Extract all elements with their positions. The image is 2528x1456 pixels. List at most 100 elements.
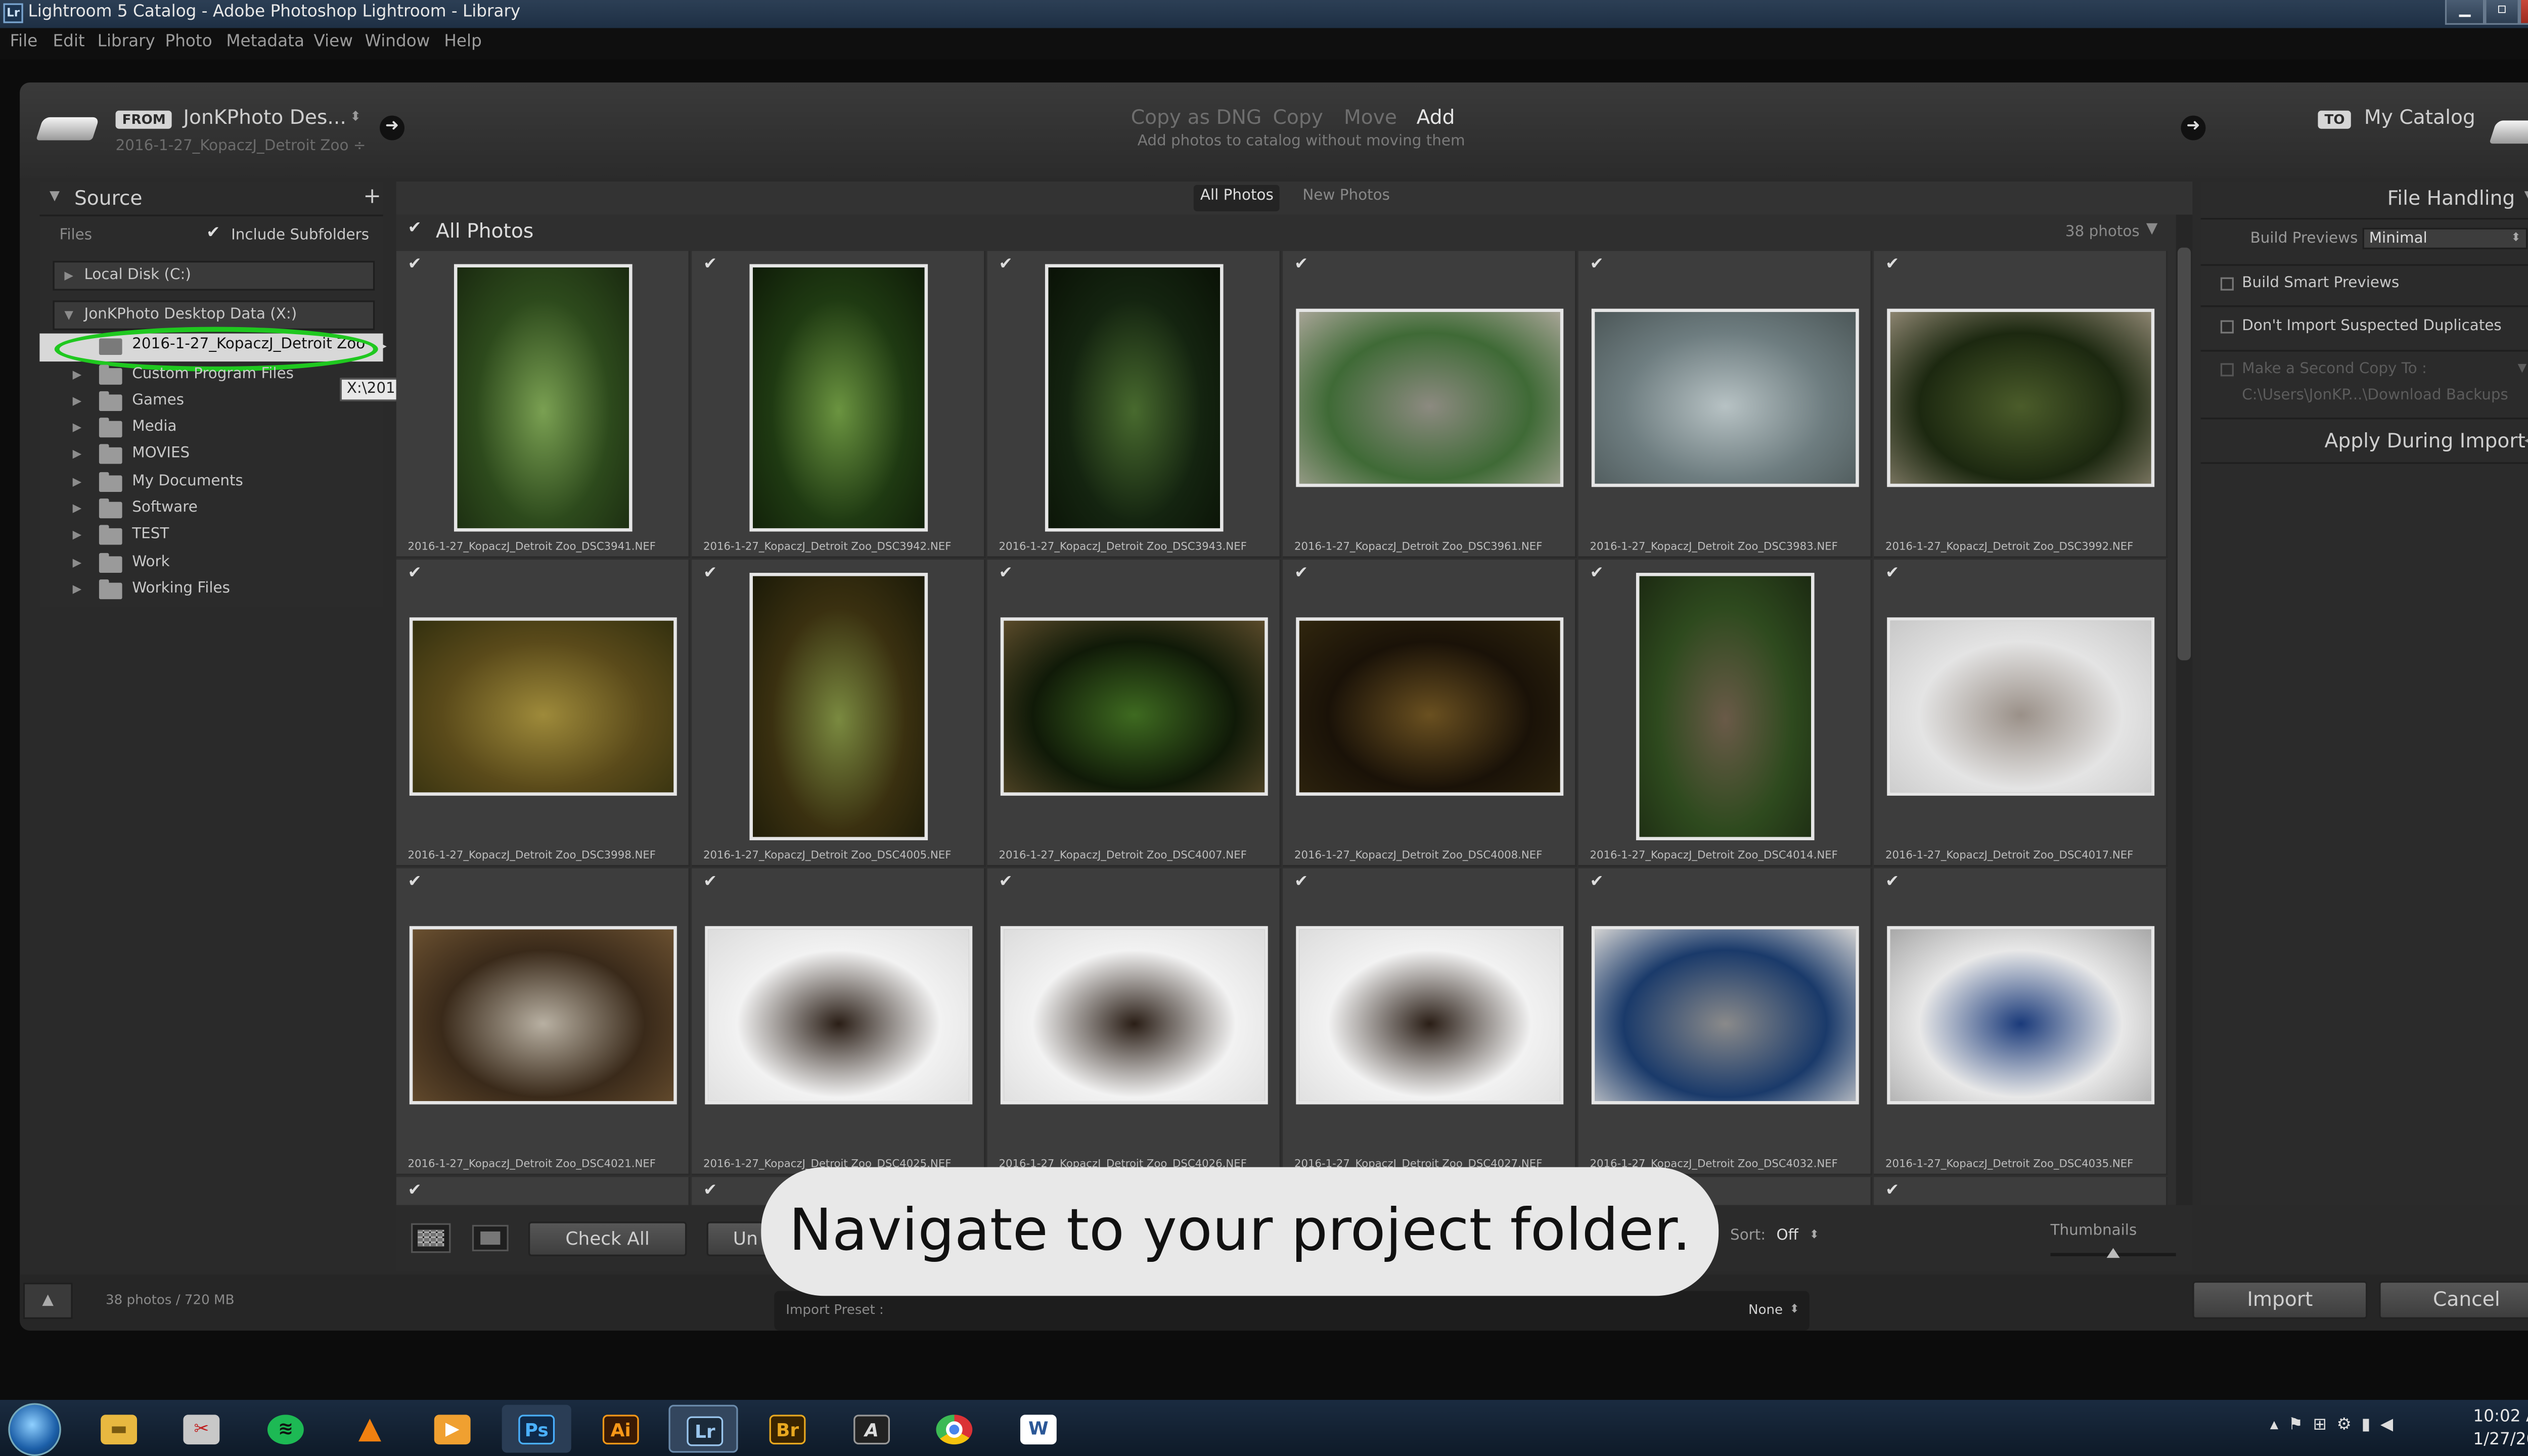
photo-cell[interactable]: ✔ 2016-1-27_KopaczJ_Detroit Zoo_DSC3992.N… [1874,251,2168,558]
photo-cell[interactable]: ✔ 2016-1-27_KopaczJ_Detroit Zoo_DSC3998.N… [396,559,690,867]
taskbar-vlc[interactable]: ▲ [335,1405,404,1453]
loupe-view-icon[interactable] [472,1224,509,1252]
collapse-triangle-icon[interactable]: ▼ [2524,188,2528,203]
photo-thumbnail[interactable] [454,264,633,532]
arrow-right-icon[interactable]: ➜ [2181,115,2206,141]
menu-library[interactable]: Library [98,33,155,51]
photo-cell[interactable]: ✔ [1874,1177,2168,1205]
photo-cell[interactable]: ✔ 2016-1-27_KopaczJ_Detroit Zoo_DSC3961.N… [1283,251,1577,558]
photo-checkbox[interactable]: ✔ [703,565,717,583]
build-smart-previews-checkbox[interactable] [2220,277,2234,291]
include-subfolders-checkbox[interactable]: ✔ [206,224,220,243]
import-preset-bar[interactable]: Import Preset : None ⬍ [774,1291,1810,1331]
taskbar-autodesk[interactable]: A [837,1405,907,1453]
cancel-button[interactable]: Cancel [2379,1281,2528,1319]
photo-checkbox[interactable]: ✔ [408,1182,422,1200]
drive-row[interactable]: ▼ JonKPhoto Desktop Data (X:) [53,300,375,331]
menu-file[interactable]: File [10,33,38,51]
sort-select[interactable]: Off [1776,1228,1798,1245]
photo-cell[interactable]: ✔ 2016-1-27_KopaczJ_Detroit Zoo_DSC4026.N… [987,868,1281,1175]
photo-cell[interactable]: ✔ 2016-1-27_KopaczJ_Detroit Zoo_DSC3942.N… [692,251,986,558]
photo-cell[interactable]: ✔ 2016-1-27_KopaczJ_Detroit Zoo_DSC3941.N… [396,251,690,558]
folder-row[interactable]: ▶ My Documents [39,471,383,497]
photo-thumbnail[interactable] [1591,308,1859,487]
photo-cell[interactable]: ✔ 2016-1-27_KopaczJ_Detroit Zoo_DSC4007.N… [987,559,1281,867]
expand-triangle-icon[interactable]: ◀ [2524,433,2528,447]
photo-cell[interactable]: ✔ 2016-1-27_KopaczJ_Detroit Zoo_DSC4005.N… [692,559,986,867]
photo-checkbox[interactable]: ✔ [1294,873,1308,891]
second-copy-checkbox[interactable] [2220,363,2234,377]
arrow-right-icon[interactable]: ➜ [380,115,404,141]
build-previews-select[interactable]: Minimal ⬍ [2362,228,2528,250]
second-copy-dropdown-icon[interactable]: ▼ [2518,361,2527,375]
photo-checkbox[interactable]: ✔ [1294,565,1308,583]
dont-import-duplicates-checkbox[interactable] [2220,320,2234,334]
photo-thumbnail[interactable] [749,264,928,532]
photo-thumbnail[interactable] [1887,617,2155,796]
photo-thumbnail[interactable] [1591,926,1859,1105]
menu-edit[interactable]: Edit [53,33,84,51]
grid-view-icon[interactable] [411,1223,451,1253]
photo-thumbnail[interactable] [1887,926,2155,1105]
photo-thumbnail[interactable] [1045,264,1224,532]
photo-cell[interactable]: ✔ 2016-1-27_KopaczJ_Detroit Zoo_DSC4021.N… [396,868,690,1175]
photo-cell[interactable]: ✔ 2016-1-27_KopaczJ_Detroit Zoo_DSC3943.N… [987,251,1281,558]
from-source-dropdown-icon[interactable]: ⬍ [350,109,361,124]
thumbnails-slider-handle[interactable] [2106,1248,2120,1258]
grid-scrollbar-thumb[interactable] [2177,247,2191,661]
photo-checkbox[interactable]: ✔ [703,256,717,274]
photo-cell[interactable]: ✔ 2016-1-27_KopaczJ_Detroit Zoo_DSC4027.N… [1283,868,1577,1175]
import-button[interactable]: Import [2192,1281,2368,1319]
photo-thumbnail[interactable] [1000,617,1268,796]
tab-all-photos[interactable]: All Photos [1200,188,1274,205]
check-all-button[interactable]: Check All [528,1221,687,1256]
add-source-icon[interactable]: + [363,185,381,210]
tab-new-photos[interactable]: New Photos [1302,188,1390,205]
photo-checkbox[interactable]: ✔ [1590,565,1603,583]
photo-cell[interactable]: ✔ 2016-1-27_KopaczJ_Detroit Zoo_DSC4008.N… [1283,559,1577,867]
taskbar-explorer[interactable]: ▬ [84,1405,154,1453]
folder-row[interactable]: ▶ Games [39,390,383,416]
photo-checkbox[interactable]: ✔ [1885,256,1899,274]
photo-checkbox[interactable]: ✔ [999,256,1013,274]
photo-checkbox[interactable]: ✔ [1590,873,1603,891]
photo-checkbox[interactable]: ✔ [703,1182,717,1200]
folder-row[interactable]: ▶ Working Files [39,578,383,604]
photo-checkbox[interactable]: ✔ [408,256,422,274]
maximize-button[interactable]: ▫ [2485,0,2519,25]
taskbar-snipping[interactable]: ✂ [167,1405,236,1453]
photo-thumbnail[interactable] [409,617,677,796]
folder-row[interactable]: ▶ Custom Program Files [39,363,383,389]
taskbar-bridge[interactable]: Br [753,1405,822,1453]
photo-checkbox[interactable]: ✔ [1885,1182,1899,1200]
photo-checkbox[interactable]: ✔ [1885,873,1899,891]
photo-thumbnail[interactable] [1000,926,1268,1105]
folder-row[interactable]: ▶ MOVIES [39,442,383,469]
photo-checkbox[interactable]: ✔ [999,565,1013,583]
taskbar-lightroom[interactable]: Lr [668,1404,738,1453]
close-button[interactable]: ✕ [2519,0,2528,25]
local-disk-row[interactable]: ▶ Local Disk (C:) [53,260,375,291]
photo-checkbox[interactable]: ✔ [408,873,422,891]
photo-cell[interactable]: ✔ 2016-1-27_KopaczJ_Detroit Zoo_DSC4017.N… [1874,559,2168,867]
taskbar-photoshop[interactable]: Ps [502,1404,571,1453]
photo-cell[interactable]: ✔ 2016-1-27_KopaczJ_Detroit Zoo_DSC4032.N… [1578,868,1872,1175]
start-button-icon[interactable] [8,1403,61,1456]
photo-checkbox[interactable]: ✔ [1885,565,1899,583]
minimize-button[interactable]: ▁ [2445,0,2485,25]
to-destination-name[interactable]: My Catalog [2364,106,2475,129]
mode-add[interactable]: Add [1417,106,1455,129]
mode-copy[interactable]: Copy [1273,106,1323,129]
photo-checkbox[interactable]: ✔ [1294,256,1308,274]
photo-thumbnail[interactable] [1296,617,1564,796]
sort-dropdown-icon[interactable]: ⬍ [1810,1228,1819,1241]
taskbar-chrome[interactable] [920,1405,989,1453]
from-source-name[interactable]: JonKPhoto Des... [183,106,346,129]
grid-menu-icon[interactable]: ▼ [2146,221,2158,238]
menu-photo[interactable]: Photo [165,33,212,51]
photo-cell[interactable]: ✔ 2016-1-27_KopaczJ_Detroit Zoo_DSC4014.N… [1578,559,1872,867]
folder-row[interactable]: ▶ Work [39,552,383,578]
taskbar-word[interactable]: W [1004,1405,1073,1453]
folder-row[interactable]: ▶ Media [39,416,383,442]
photo-cell[interactable]: ✔ 2016-1-27_KopaczJ_Detroit Zoo_DSC3983.N… [1578,251,1872,558]
